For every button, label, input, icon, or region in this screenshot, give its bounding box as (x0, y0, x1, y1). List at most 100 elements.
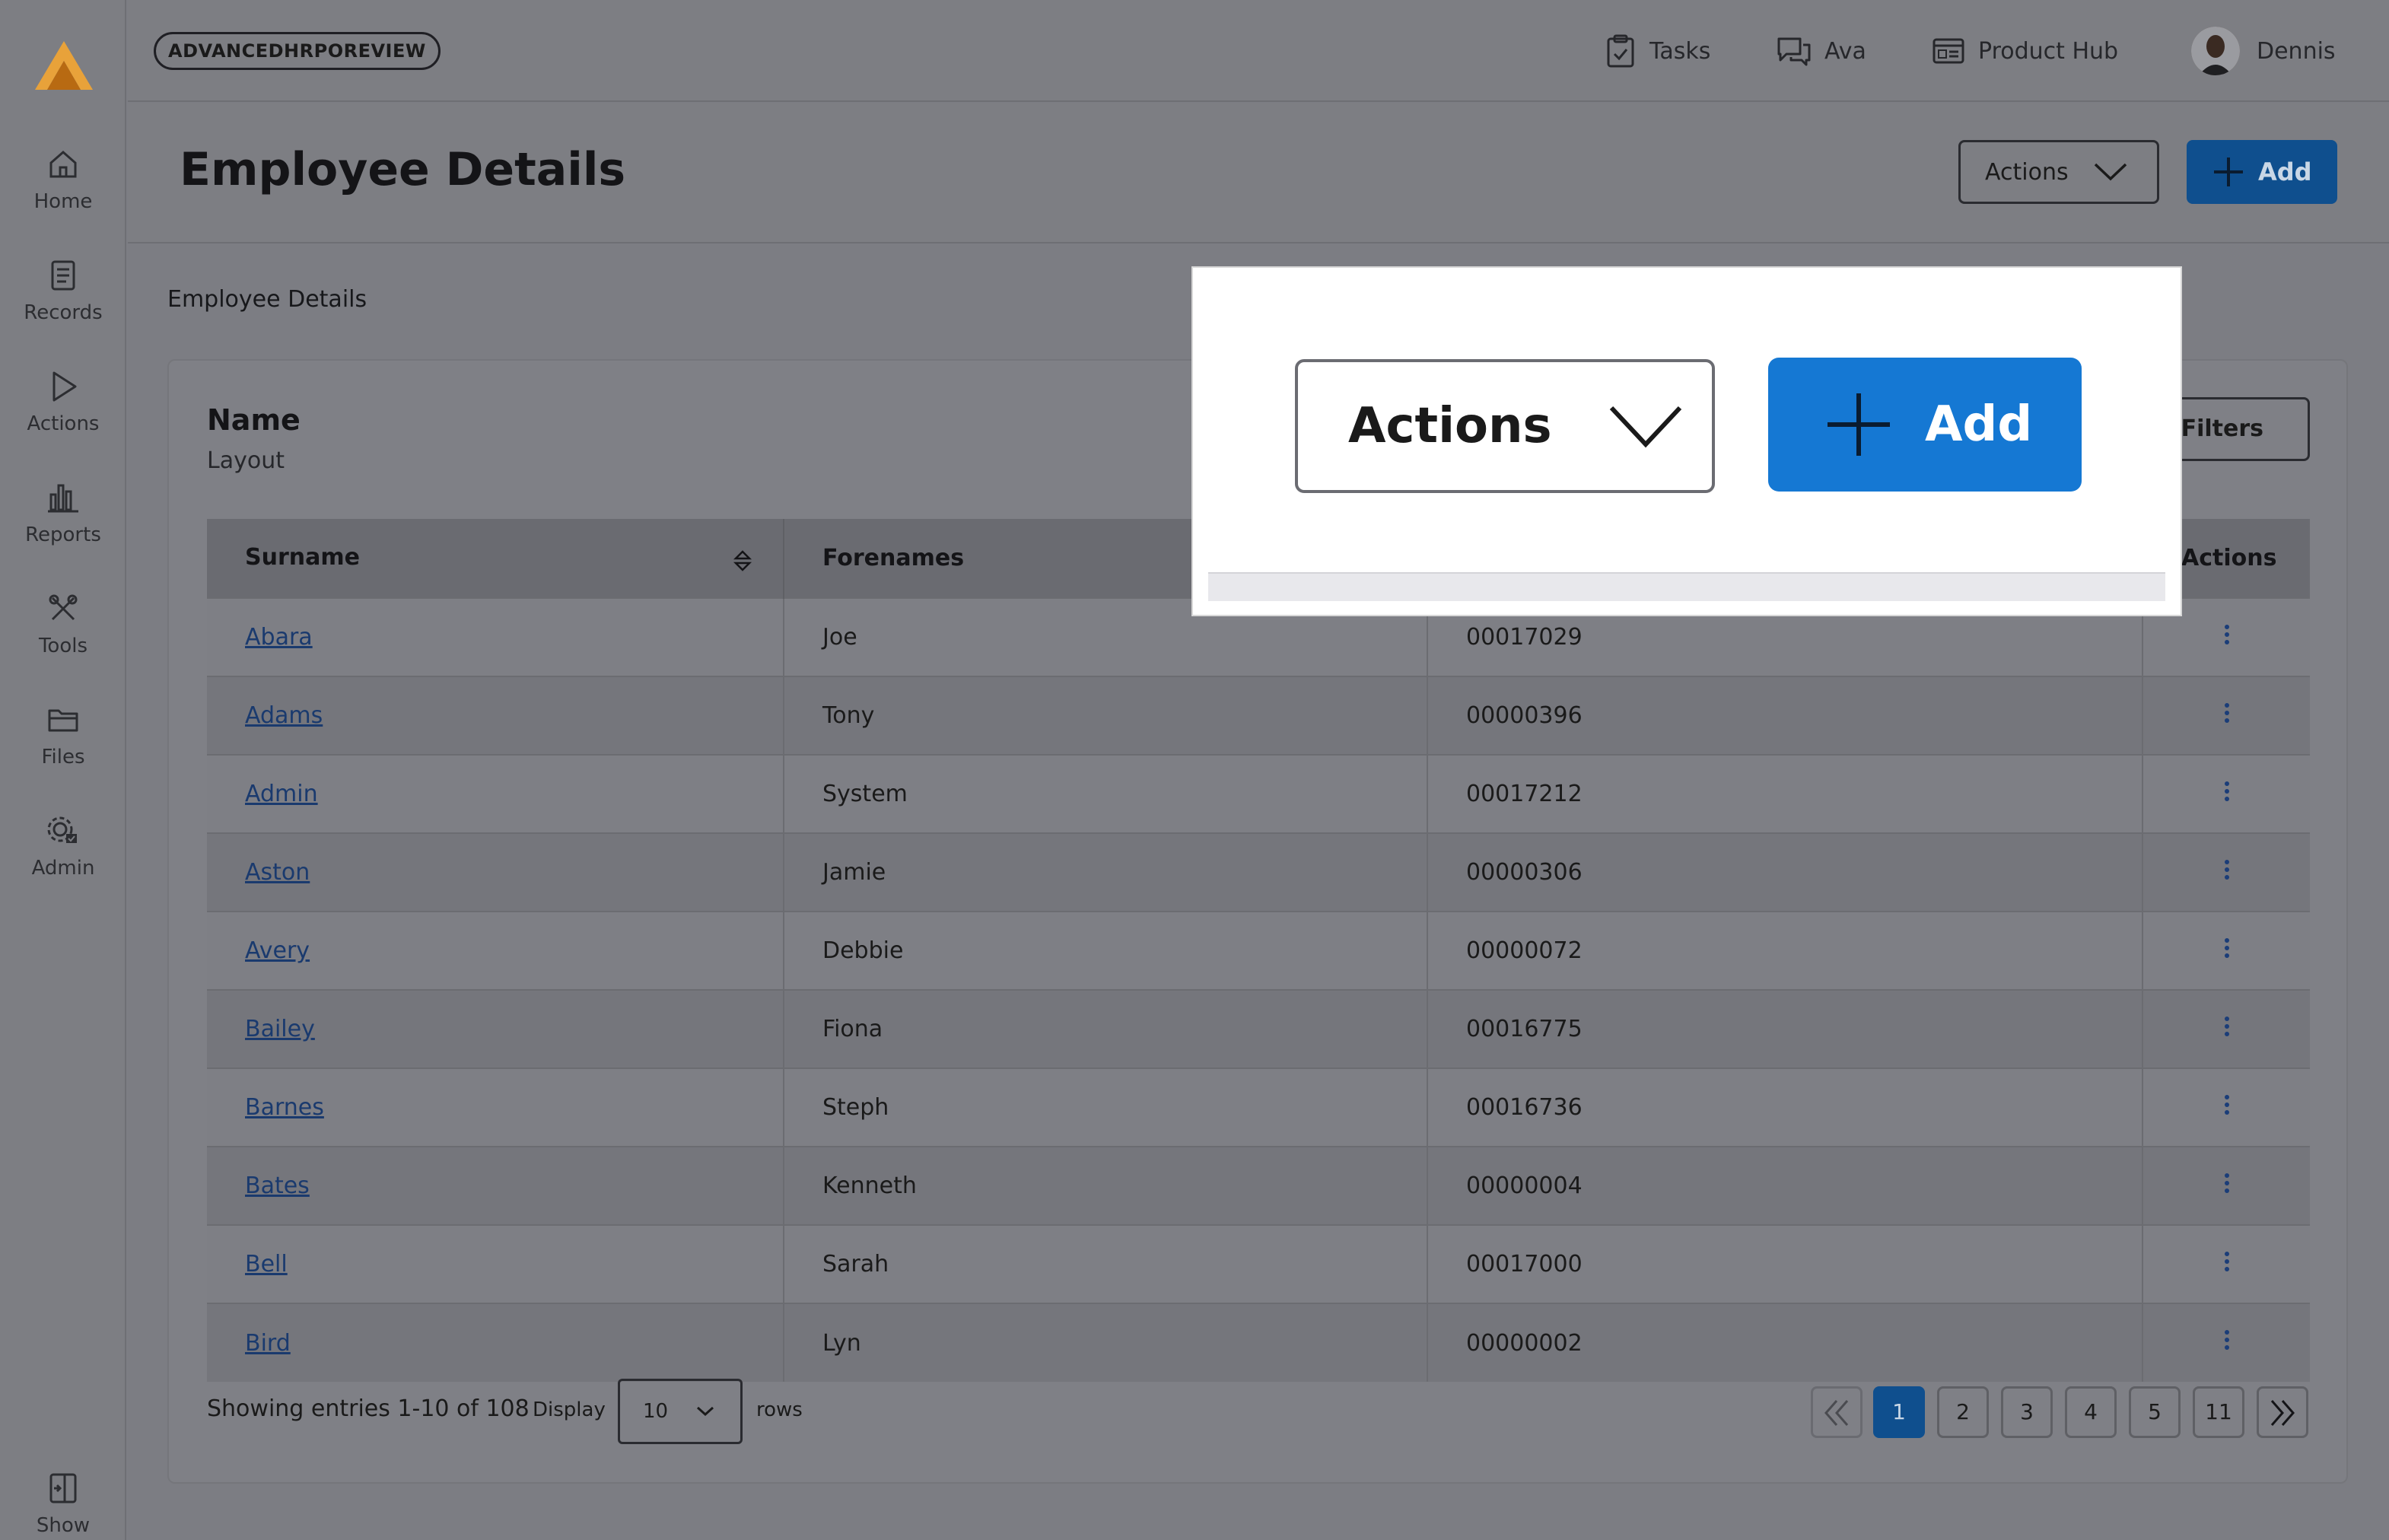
surname-link[interactable]: Bates (245, 1172, 310, 1199)
tools-icon (49, 594, 78, 621)
ava-link[interactable]: Ava (1776, 30, 1866, 72)
records-icon (51, 260, 75, 291)
chevron-down-icon (2094, 163, 2127, 181)
user-name: Dennis (2257, 37, 2336, 65)
sidebar-item-home[interactable]: Home (0, 145, 126, 236)
sort-icon[interactable] (733, 549, 752, 573)
tasks-label: Tasks (1649, 37, 1711, 65)
zoom-callout: Actions Add (1193, 268, 2181, 615)
entries-summary: Showing entries 1-10 of 108 (207, 1395, 530, 1422)
rows-label: rows (756, 1398, 803, 1421)
kebab-menu-icon[interactable] (2224, 1092, 2230, 1118)
kebab-menu-icon[interactable] (2224, 1013, 2230, 1039)
tasks-link[interactable]: Tasks (1604, 30, 1710, 72)
last-page-button[interactable] (2257, 1386, 2308, 1438)
zoomed-add-button[interactable]: Add (1768, 358, 2082, 492)
employee-table: Surname Forenames Actions Abara Joe 000170… (207, 519, 2310, 1382)
surname-cell: Bates (207, 1146, 784, 1225)
surname-link[interactable]: Aston (245, 859, 310, 886)
row-actions-cell (2142, 1224, 2310, 1303)
kebab-menu-icon[interactable] (2224, 935, 2230, 961)
surname-link[interactable]: Bailey (245, 1016, 315, 1042)
avatar (2191, 27, 2240, 75)
sidebar-item-label: Home (33, 190, 93, 213)
row-actions-cell (2142, 1303, 2310, 1382)
employee-number-cell: 00000396 (1427, 676, 2143, 755)
column-header-surname[interactable]: Surname (207, 519, 784, 598)
product-hub-link[interactable]: Product Hub (1931, 30, 2118, 72)
employee-number-cell: 00016775 (1427, 989, 2143, 1068)
sidebar-item-records[interactable]: Records (0, 256, 126, 347)
double-chevron-right-icon (2270, 1400, 2295, 1426)
sidebar-show-toggle[interactable]: Show (0, 1468, 126, 1540)
forenames-cell: Tony (784, 676, 1428, 755)
actions-label: Actions (1985, 158, 2069, 186)
sidebar-item-label: Files (41, 746, 85, 768)
surname-link[interactable]: Adams (245, 702, 323, 729)
page-button-2[interactable]: 2 (1937, 1386, 1989, 1438)
page-button-3[interactable]: 3 (2001, 1386, 2053, 1438)
zoomed-table-edge (1208, 572, 2165, 601)
sidebar-item-label: Records (24, 301, 103, 324)
home-icon (49, 151, 77, 178)
surname-cell: Abara (207, 597, 784, 676)
page-button-4[interactable]: 4 (2065, 1386, 2117, 1438)
sidebar-item-label: Reports (25, 523, 101, 546)
sidebar-item-files[interactable]: Files (0, 700, 126, 791)
surname-cell: Aston (207, 832, 784, 912)
actions-dropdown-button[interactable]: Actions (1958, 140, 2159, 204)
page-button-5[interactable]: 5 (2129, 1386, 2181, 1438)
forenames-cell: Lyn (784, 1303, 1428, 1382)
chat-icon (1777, 37, 1811, 66)
app-logo[interactable] (33, 40, 94, 93)
kebab-menu-icon[interactable] (2224, 1327, 2230, 1353)
kebab-menu-icon[interactable] (2224, 1170, 2230, 1196)
panel-subtitle: Layout (207, 447, 285, 474)
surname-link[interactable]: Barnes (245, 1094, 324, 1121)
table-row: Bell Sarah 00017000 (207, 1224, 2310, 1303)
kebab-menu-icon[interactable] (2224, 1249, 2230, 1274)
page-title: Employee Details (180, 143, 626, 196)
sidebar: Home Records Actions Reports Tools Files… (0, 0, 126, 1540)
kebab-menu-icon[interactable] (2224, 700, 2230, 726)
employee-number-cell: 00000002 (1427, 1303, 2143, 1382)
sidebar-item-tools[interactable]: Tools (0, 589, 126, 680)
kebab-menu-icon[interactable] (2224, 622, 2230, 648)
page-button-11[interactable]: 11 (2193, 1386, 2244, 1438)
sidebar-item-actions[interactable]: Actions (0, 367, 126, 458)
table-row: Bailey Fiona 00016775 (207, 989, 2310, 1068)
zoomed-actions-button[interactable]: Actions (1295, 359, 1715, 493)
panel-title: Name (207, 403, 301, 437)
plus-icon (1828, 393, 1890, 456)
row-actions-cell (2142, 754, 2310, 833)
kebab-menu-icon[interactable] (2224, 857, 2230, 883)
kebab-menu-icon[interactable] (2224, 778, 2230, 804)
sidebar-show-label: Show (36, 1514, 91, 1537)
expand-sidebar-icon (49, 1473, 77, 1503)
row-actions-cell (2142, 832, 2310, 912)
chevron-down-icon (1609, 406, 1681, 448)
page-button-1[interactable]: 1 (1873, 1386, 1925, 1438)
employee-number-cell: 00000072 (1427, 911, 2143, 990)
row-actions-cell (2142, 989, 2310, 1068)
surname-link[interactable]: Bird (245, 1330, 291, 1357)
surname-cell: Adams (207, 676, 784, 755)
user-menu[interactable]: Dennis (2191, 27, 2336, 75)
forenames-cell: Debbie (784, 911, 1428, 990)
first-page-button[interactable] (1811, 1386, 1863, 1438)
bar-chart-icon (48, 484, 78, 513)
table-row: Admin System 00017212 (207, 754, 2310, 833)
surname-link[interactable]: Abara (245, 624, 313, 651)
sidebar-item-reports[interactable]: Reports (0, 478, 126, 569)
rows-per-page-select[interactable]: 10 (618, 1379, 743, 1444)
surname-link[interactable]: Admin (245, 781, 318, 807)
forenames-cell: Fiona (784, 989, 1428, 1068)
surname-cell: Barnes (207, 1068, 784, 1147)
clipboard-check-icon (1607, 34, 1634, 68)
add-button[interactable]: Add (2187, 140, 2337, 204)
sidebar-item-admin[interactable]: Admin (0, 811, 126, 902)
surname-link[interactable]: Avery (245, 937, 310, 964)
surname-link[interactable]: Bell (245, 1251, 288, 1278)
employee-number-cell: 00016736 (1427, 1068, 2143, 1147)
folder-icon (48, 709, 78, 732)
